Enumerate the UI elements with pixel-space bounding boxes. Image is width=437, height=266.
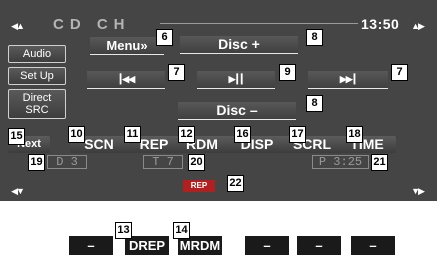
callout-label: 8: [306, 95, 323, 112]
clock: 13:50: [361, 16, 400, 32]
callout-label: 21: [371, 154, 388, 171]
callout-label: 22: [227, 175, 244, 192]
corner-bottom-left-icon[interactable]: ◀▼: [5, 182, 29, 200]
corner-top-right-icon[interactable]: ▲▶: [405, 17, 429, 35]
callout-label: 12: [178, 126, 195, 143]
corner-bottom-right-icon[interactable]: ▼▶: [405, 182, 429, 200]
callout-label: 17: [289, 126, 306, 143]
callout-label: 8: [306, 29, 323, 46]
bottom-button-5[interactable]: –: [297, 236, 341, 255]
source-title: CD CH: [53, 16, 131, 33]
next-track-button[interactable]: ▶▶┃: [308, 71, 388, 89]
callout-label: 15: [8, 128, 25, 145]
disc-number-display: D 3: [47, 155, 87, 169]
play-pause-button[interactable]: ▶┃┃: [197, 71, 275, 89]
callout-label: 19: [28, 154, 45, 171]
bottom-button-4[interactable]: –: [245, 236, 289, 255]
disc-plus-button[interactable]: Disc +: [180, 36, 298, 54]
callout-label: 18: [346, 126, 363, 143]
menu-button[interactable]: Menu»: [90, 37, 164, 55]
disc-minus-button[interactable]: Disc –: [178, 102, 296, 120]
callout-label: 6: [156, 29, 173, 46]
direct-src-label-line2: SRC: [25, 104, 49, 116]
previous-track-button[interactable]: ┃◀◀: [87, 71, 165, 89]
callout-label: 20: [188, 154, 205, 171]
track-number-display: T 7: [143, 155, 183, 169]
play-time-display: P 3:25: [312, 155, 369, 169]
bottom-button-1[interactable]: –: [69, 236, 113, 255]
repeat-indicator: REP: [183, 180, 215, 192]
header-divider: [160, 23, 358, 24]
callout-label: 14: [173, 222, 190, 239]
callout-label: 9: [279, 64, 296, 81]
setup-button[interactable]: Set Up: [8, 67, 66, 85]
callout-label: 11: [124, 126, 141, 143]
bottom-button-6[interactable]: –: [351, 236, 395, 255]
corner-top-left-icon[interactable]: ◀▲: [5, 17, 29, 35]
callout-label: 16: [234, 126, 251, 143]
direct-src-button[interactable]: Direct SRC: [8, 89, 66, 119]
callout-label: 7: [391, 64, 408, 81]
callout-label: 13: [115, 222, 132, 239]
callout-label: 7: [168, 64, 185, 81]
direct-src-label-line1: Direct: [22, 92, 52, 104]
bottom-button-strip: [0, 201, 437, 266]
audio-button[interactable]: Audio: [8, 45, 66, 63]
callout-label: 10: [68, 126, 85, 143]
